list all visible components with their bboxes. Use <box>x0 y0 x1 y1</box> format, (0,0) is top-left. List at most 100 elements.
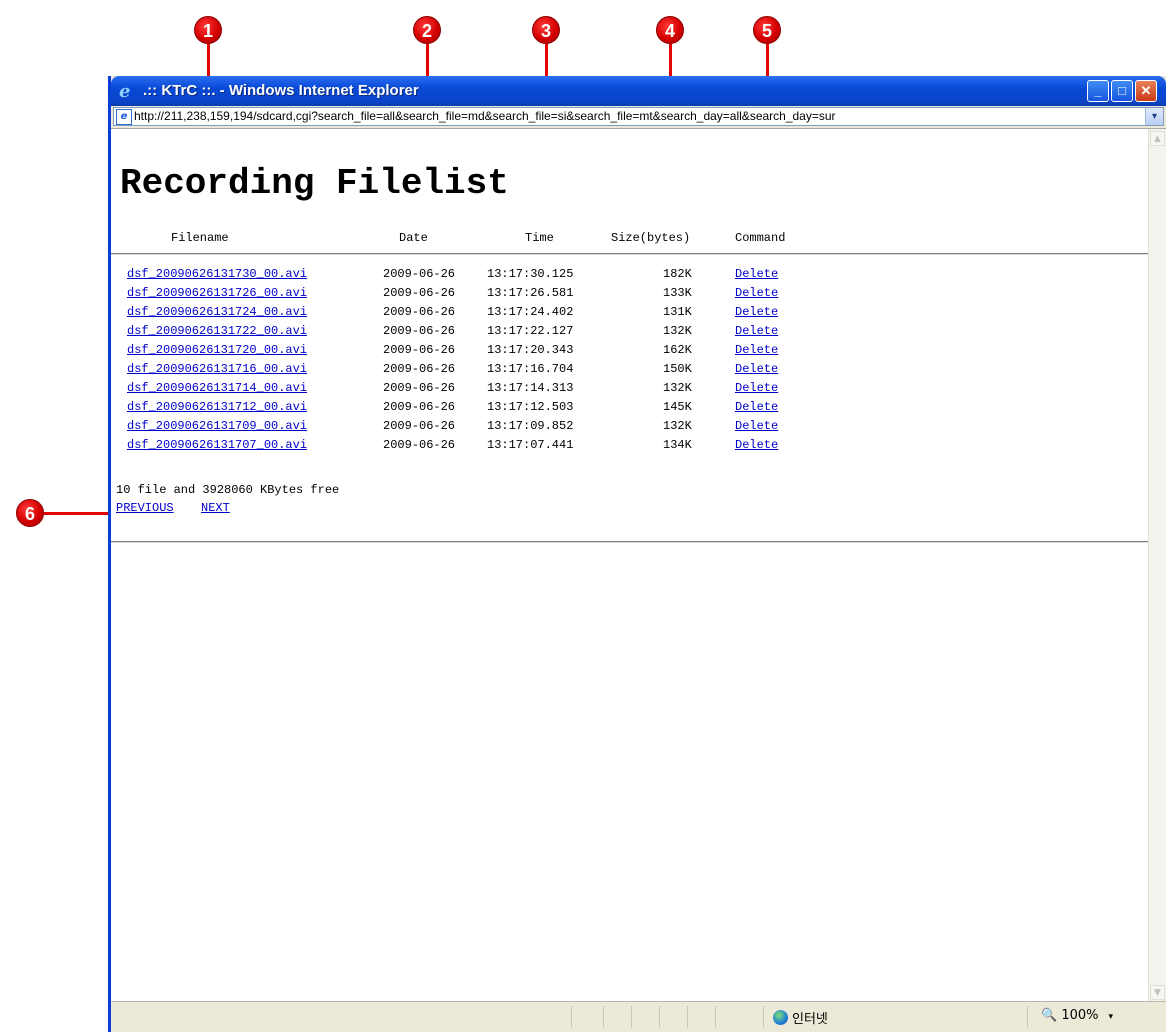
status-segment <box>1027 1006 1028 1028</box>
page-content: Recording Filelist Filename Date Time Si… <box>111 129 1166 1002</box>
callout-badge-6: 6 <box>16 499 44 527</box>
delete-link[interactable]: Delete <box>735 400 778 414</box>
time-cell: 13:17:20.343 <box>487 343 574 357</box>
vertical-scrollbar[interactable]: ▲ ▼ <box>1148 129 1166 1002</box>
zoom-icon: 🔍 <box>1041 1008 1058 1023</box>
window-title: .:: KTrC ::. - Windows Internet Explorer <box>143 82 419 99</box>
page-title: Recording Filelist <box>120 163 509 204</box>
maximize-button[interactable]: □ <box>1111 80 1133 102</box>
divider <box>111 253 1149 255</box>
table-row: dsf_20090626131726_00.avi 2009-06-26 13:… <box>111 286 811 305</box>
next-link[interactable]: NEXT <box>201 501 230 515</box>
table-row: dsf_20090626131712_00.avi 2009-06-26 13:… <box>111 400 811 419</box>
close-button[interactable]: ✕ <box>1135 80 1157 102</box>
size-cell: 132K <box>663 324 692 338</box>
table-row: dsf_20090626131714_00.avi 2009-06-26 13:… <box>111 381 811 400</box>
filename-link[interactable]: dsf_20090626131730_00.avi <box>127 267 307 281</box>
size-cell: 145K <box>663 400 692 414</box>
filename-link[interactable]: dsf_20090626131724_00.avi <box>127 305 307 319</box>
filename-link[interactable]: dsf_20090626131712_00.avi <box>127 400 307 414</box>
size-cell: 150K <box>663 362 692 376</box>
browser-window: e .:: KTrC ::. - Windows Internet Explor… <box>108 76 1166 1032</box>
status-segment <box>603 1006 604 1028</box>
delete-link[interactable]: Delete <box>735 343 778 357</box>
zoom-level: 100% <box>1061 1008 1099 1023</box>
date-cell: 2009-06-26 <box>383 400 456 414</box>
divider <box>111 541 1149 543</box>
callout-badge-1: 1 <box>194 16 222 44</box>
address-url[interactable]: http://211,238,159,194/sdcard,cgi?search… <box>134 109 1145 123</box>
filename-link[interactable]: dsf_20090626131726_00.avi <box>127 286 307 300</box>
time-cell: 13:17:30.125 <box>487 267 574 281</box>
time-cell: 13:17:12.503 <box>487 400 574 414</box>
status-segment <box>715 1006 716 1028</box>
globe-icon <box>773 1010 788 1025</box>
filename-link[interactable]: dsf_20090626131720_00.avi <box>127 343 307 357</box>
delete-link[interactable]: Delete <box>735 362 778 376</box>
size-cell: 162K <box>663 343 692 357</box>
internet-explorer-icon: e <box>119 81 131 102</box>
delete-link[interactable]: Delete <box>735 286 778 300</box>
column-header-date: Date <box>399 231 428 245</box>
table-row: dsf_20090626131724_00.avi 2009-06-26 13:… <box>111 305 811 324</box>
title-bar[interactable]: e .:: KTrC ::. - Windows Internet Explor… <box>111 76 1166 106</box>
table-row: dsf_20090626131730_00.avi 2009-06-26 13:… <box>111 267 811 286</box>
address-dropdown-icon[interactable]: ▾ <box>1145 108 1163 125</box>
table-row: dsf_20090626131722_00.avi 2009-06-26 13:… <box>111 324 811 343</box>
scroll-down-icon[interactable]: ▼ <box>1150 985 1165 1000</box>
filename-link[interactable]: dsf_20090626131714_00.avi <box>127 381 307 395</box>
delete-link[interactable]: Delete <box>735 305 778 319</box>
status-segment <box>659 1006 660 1028</box>
time-cell: 13:17:22.127 <box>487 324 574 338</box>
size-cell: 134K <box>663 438 692 452</box>
date-cell: 2009-06-26 <box>383 362 456 376</box>
page-icon: e <box>116 109 132 125</box>
time-cell: 13:17:24.402 <box>487 305 574 319</box>
date-cell: 2009-06-26 <box>383 286 456 300</box>
date-cell: 2009-06-26 <box>383 438 456 452</box>
date-cell: 2009-06-26 <box>383 324 456 338</box>
size-cell: 182K <box>663 267 692 281</box>
filename-link[interactable]: dsf_20090626131709_00.avi <box>127 419 307 433</box>
status-segment <box>687 1006 688 1028</box>
security-zone[interactable]: 인터넷 <box>773 1008 828 1027</box>
callout-badge-4: 4 <box>656 16 684 44</box>
callout-badge-3: 3 <box>532 16 560 44</box>
status-bar: 인터넷 🔍 100% ▾ <box>111 1001 1166 1032</box>
chevron-down-icon[interactable]: ▾ <box>1109 1012 1114 1022</box>
size-cell: 131K <box>663 305 692 319</box>
date-cell: 2009-06-26 <box>383 343 456 357</box>
storage-summary: 10 file and 3928060 KBytes free <box>116 483 340 497</box>
date-cell: 2009-06-26 <box>383 267 456 281</box>
zoom-control[interactable]: 🔍 100% ▾ <box>1041 1008 1113 1023</box>
filename-link[interactable]: dsf_20090626131716_00.avi <box>127 362 307 376</box>
time-cell: 13:17:16.704 <box>487 362 574 376</box>
size-cell: 132K <box>663 381 692 395</box>
time-cell: 13:17:07.441 <box>487 438 574 452</box>
column-header-filename: Filename <box>171 231 229 245</box>
delete-link[interactable]: Delete <box>735 419 778 433</box>
delete-link[interactable]: Delete <box>735 324 778 338</box>
column-header-command: Command <box>735 231 786 245</box>
size-cell: 133K <box>663 286 692 300</box>
size-cell: 132K <box>663 419 692 433</box>
status-segment <box>571 1006 572 1028</box>
time-cell: 13:17:09.852 <box>487 419 574 433</box>
delete-link[interactable]: Delete <box>735 267 778 281</box>
date-cell: 2009-06-26 <box>383 419 456 433</box>
filename-link[interactable]: dsf_20090626131722_00.avi <box>127 324 307 338</box>
delete-link[interactable]: Delete <box>735 381 778 395</box>
date-cell: 2009-06-26 <box>383 305 456 319</box>
minimize-button[interactable]: _ <box>1087 80 1109 102</box>
previous-link[interactable]: PREVIOUS <box>116 501 174 515</box>
scroll-up-icon[interactable]: ▲ <box>1150 131 1165 146</box>
delete-link[interactable]: Delete <box>735 438 778 452</box>
time-cell: 13:17:26.581 <box>487 286 574 300</box>
status-segment <box>631 1006 632 1028</box>
zone-label: 인터넷 <box>792 1012 828 1027</box>
table-row: dsf_20090626131709_00.avi 2009-06-26 13:… <box>111 419 811 438</box>
address-field[interactable]: e http://211,238,159,194/sdcard,cgi?sear… <box>113 107 1164 126</box>
time-cell: 13:17:14.313 <box>487 381 574 395</box>
filename-link[interactable]: dsf_20090626131707_00.avi <box>127 438 307 452</box>
date-cell: 2009-06-26 <box>383 381 456 395</box>
